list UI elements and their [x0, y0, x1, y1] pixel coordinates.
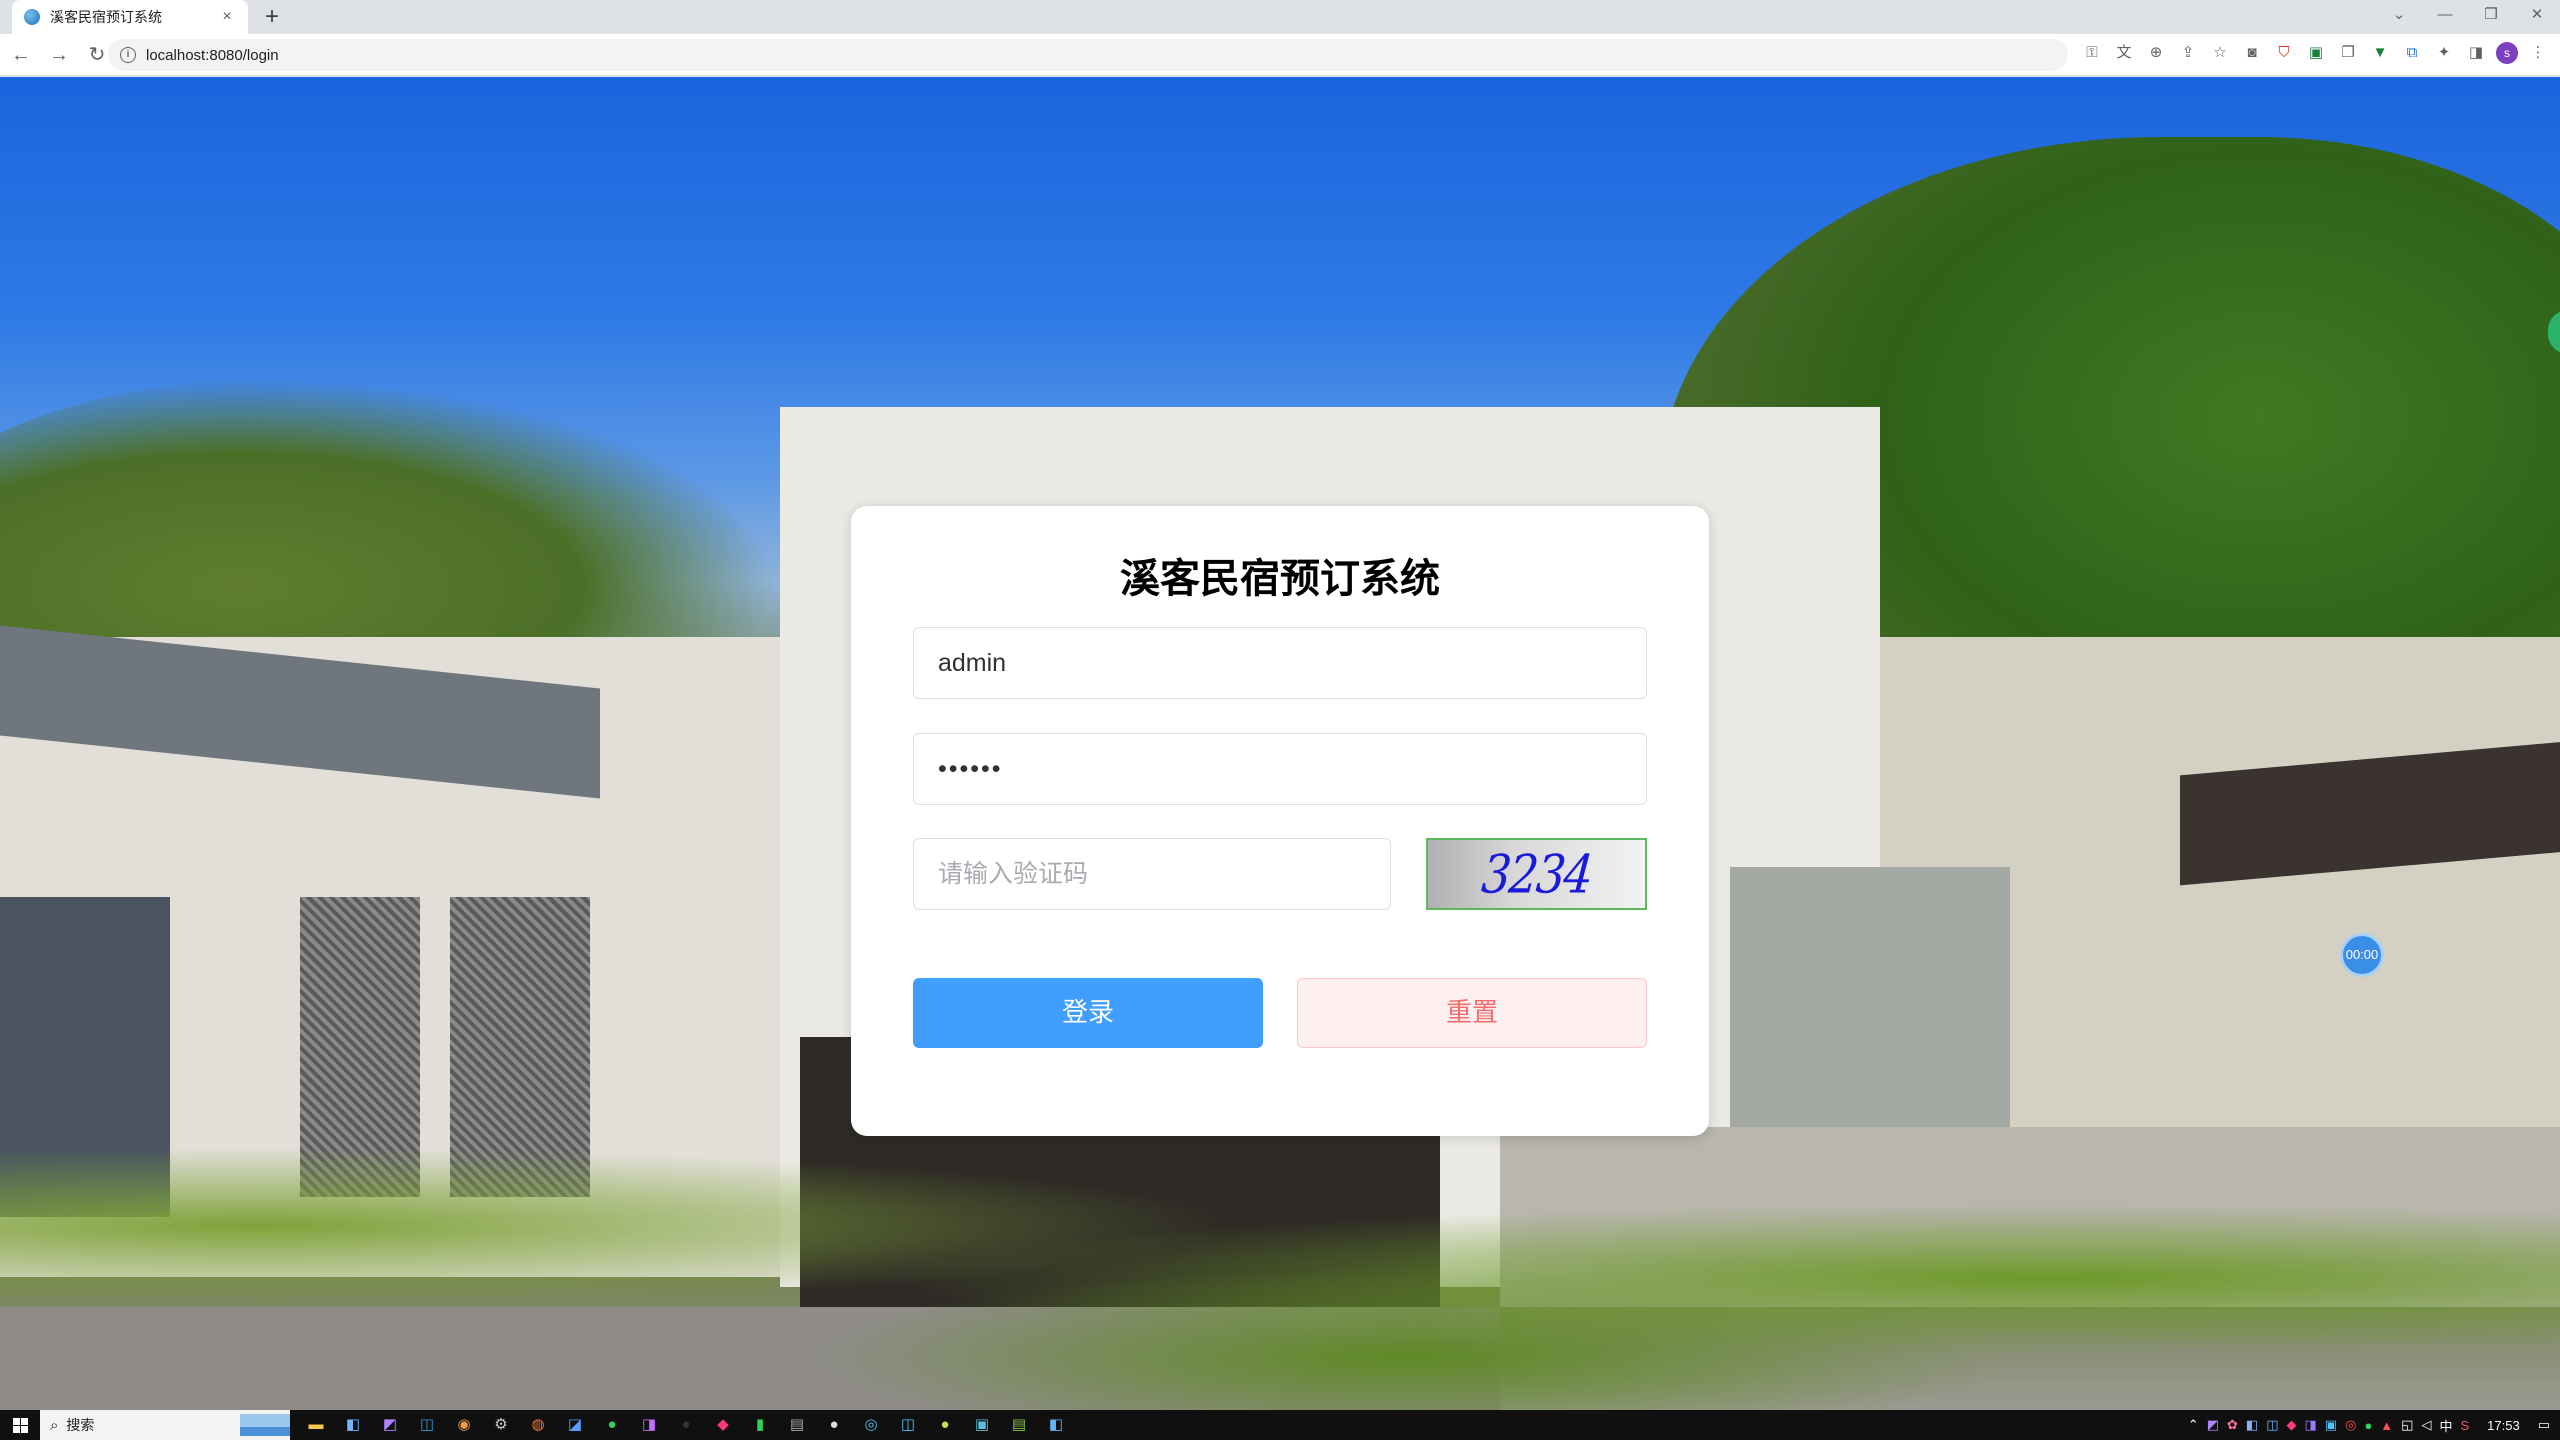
- extension-green-icon[interactable]: ▣: [2304, 41, 2328, 65]
- site-favicon-icon: [24, 9, 40, 25]
- shrubs: [0, 1147, 2560, 1410]
- window-right: [1730, 867, 2010, 1157]
- side-panel-icon[interactable]: ◨: [2464, 41, 2488, 65]
- close-window-button[interactable]: ✕: [2514, 0, 2560, 30]
- app-icon[interactable]: ●: [674, 1414, 698, 1436]
- login-title: 溪客民宿预订系统: [1120, 556, 1440, 602]
- app-icon[interactable]: ◆: [711, 1414, 735, 1436]
- wechat-icon[interactable]: ●: [600, 1414, 624, 1436]
- app-icon[interactable]: ▣: [970, 1414, 994, 1436]
- tray-app-icon[interactable]: ▲: [2380, 1418, 2393, 1433]
- minimize-button[interactable]: —: [2422, 0, 2468, 30]
- captcha-input[interactable]: 请输入验证码: [913, 838, 1391, 910]
- app-icon[interactable]: ▤: [785, 1414, 809, 1436]
- profile-avatar[interactable]: s: [2496, 42, 2518, 64]
- volume-icon[interactable]: ◁: [2421, 1417, 2431, 1433]
- app-icon[interactable]: ◨: [637, 1414, 661, 1436]
- firefox-icon[interactable]: ◍: [526, 1414, 550, 1436]
- back-button[interactable]: ←: [4, 38, 38, 72]
- bookmark-star-icon[interactable]: ☆: [2208, 41, 2232, 65]
- file-explorer-icon[interactable]: ▬: [304, 1414, 328, 1436]
- vue-devtools-icon[interactable]: ▼: [2368, 41, 2392, 65]
- taskbar-search[interactable]: ⌕ 搜索: [40, 1410, 290, 1440]
- new-tab-button[interactable]: +: [258, 3, 286, 31]
- notification-icon[interactable]: ▭: [2538, 1417, 2550, 1433]
- system-tray: ⌃ ◩ ✿ ◧ ◫ ◆ ◨ ▣ ◎ ● ▲ ◱ ◁ 中 S 17:53 ▭: [2188, 1410, 2560, 1440]
- menu-kebab-icon[interactable]: ⋮: [2526, 41, 2550, 65]
- app-icon[interactable]: ◧: [341, 1414, 365, 1436]
- wechat-tray-icon[interactable]: ●: [2364, 1418, 2372, 1433]
- floating-timer-badge[interactable]: 00:00: [2340, 933, 2384, 977]
- app-icon[interactable]: ◫: [896, 1414, 920, 1436]
- tray-app-icon[interactable]: ◩: [2207, 1417, 2219, 1433]
- reset-button[interactable]: 重置: [1297, 978, 1647, 1048]
- tray-app-icon[interactable]: ◆: [2287, 1417, 2297, 1433]
- tray-app-icon[interactable]: ✿: [2227, 1417, 2238, 1433]
- puzzle-extensions-icon[interactable]: ✦: [2432, 41, 2456, 65]
- search-label: 搜索: [66, 1417, 95, 1433]
- browser-tab[interactable]: 溪客民宿预订系统 ×: [12, 0, 248, 34]
- copy-extension-icon[interactable]: ❐: [2336, 41, 2360, 65]
- start-button[interactable]: [0, 1410, 40, 1440]
- tray-app-icon[interactable]: ◎: [2345, 1417, 2356, 1433]
- taskbar: ⌕ 搜索 ▬ ◧ ◩ ◫ ◉ ⚙ ◍ ◪ ● ◨ ● ◆ ▮ ▤ ● ◎ ◫ ●…: [0, 1410, 2560, 1440]
- network-icon[interactable]: ◱: [2401, 1417, 2413, 1433]
- tab-strip: 溪客民宿预订系统 × + ⌄ — ❐ ✕: [0, 0, 2560, 34]
- search-highlight-image: [240, 1414, 290, 1436]
- url-text: localhost:8080/login: [146, 46, 279, 64]
- app-icon[interactable]: ▮: [748, 1414, 772, 1436]
- translate-extension-icon[interactable]: ⧉: [2400, 41, 2424, 65]
- app-icon[interactable]: ◪: [563, 1414, 587, 1436]
- tray-app-icon[interactable]: ▣: [2325, 1417, 2337, 1433]
- site-info-icon[interactable]: i: [120, 47, 136, 63]
- window-controls: ⌄ — ❐ ✕: [2376, 0, 2560, 34]
- tab-search-icon[interactable]: ⌄: [2376, 0, 2422, 30]
- login-card: 溪客民宿预订系统 admin •••••• 请输入验证码 3234 登录 重置: [851, 506, 1709, 1136]
- translate-icon[interactable]: 文: [2112, 41, 2136, 65]
- tray-app-icon[interactable]: ◨: [2305, 1417, 2317, 1433]
- tray-app-icon[interactable]: ◧: [2246, 1417, 2258, 1433]
- address-bar[interactable]: i localhost:8080/login: [108, 39, 2068, 71]
- app-icon[interactable]: ◎: [859, 1414, 883, 1436]
- username-input[interactable]: admin: [913, 627, 1647, 699]
- password-input[interactable]: ••••••: [913, 733, 1647, 805]
- ime-indicator[interactable]: 中: [2439, 1416, 2452, 1435]
- toolbar-icons: ⚿ 文 ⊕ ⇪ ☆ ◙ ⛉ ▣ ❐ ▼ ⧉ ✦ ◨ s ⋮: [2080, 41, 2550, 65]
- settings-icon[interactable]: ⚙: [489, 1414, 513, 1436]
- tray-app-icon[interactable]: S: [2460, 1418, 2469, 1433]
- forward-button[interactable]: →: [42, 38, 76, 72]
- restore-button[interactable]: ❐: [2468, 0, 2514, 30]
- shield-extension-icon[interactable]: ⛉: [2272, 41, 2296, 65]
- taskbar-clock[interactable]: 17:53: [2487, 1418, 2520, 1433]
- app-icon[interactable]: ◫: [415, 1414, 439, 1436]
- camera-icon[interactable]: ◙: [2240, 41, 2264, 65]
- page-viewport: 溪客民宿预订系统 admin •••••• 请输入验证码 3234 登录 重置 …: [0, 77, 2560, 1410]
- taskbar-apps: ▬ ◧ ◩ ◫ ◉ ⚙ ◍ ◪ ● ◨ ● ◆ ▮ ▤ ● ◎ ◫ ● ▣ ▤ …: [304, 1414, 1068, 1436]
- chrome-icon[interactable]: ◉: [452, 1414, 476, 1436]
- tray-app-icon[interactable]: ◫: [2266, 1417, 2278, 1433]
- key-icon[interactable]: ⚿: [2080, 41, 2104, 65]
- browser-toolbar: ← → ↻ i localhost:8080/login ⚿ 文 ⊕ ⇪ ☆ ◙…: [0, 34, 2560, 76]
- login-button[interactable]: 登录: [913, 978, 1263, 1048]
- app-icon[interactable]: ◧: [1044, 1414, 1068, 1436]
- share-icon[interactable]: ⇪: [2176, 41, 2200, 65]
- tray-overflow-icon[interactable]: ⌃: [2188, 1417, 2199, 1433]
- search-icon: ⌕: [50, 1416, 59, 1434]
- captcha-image[interactable]: 3234: [1426, 838, 1647, 910]
- chat-icon[interactable]: ●: [822, 1414, 846, 1436]
- app-icon[interactable]: ◩: [378, 1414, 402, 1436]
- app-icon[interactable]: ●: [933, 1414, 957, 1436]
- captcha-code: 3234: [1479, 842, 1594, 906]
- notepad-icon[interactable]: ▤: [1007, 1414, 1031, 1436]
- tab-close-icon[interactable]: ×: [218, 8, 236, 26]
- tab-title: 溪客民宿预订系统: [50, 9, 162, 25]
- zoom-icon[interactable]: ⊕: [2144, 41, 2168, 65]
